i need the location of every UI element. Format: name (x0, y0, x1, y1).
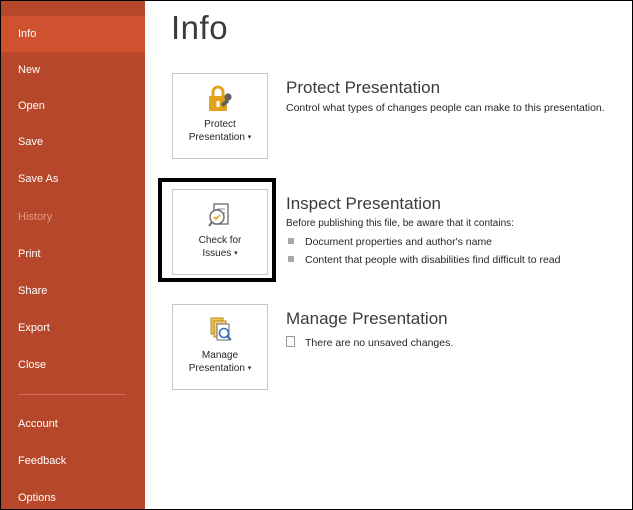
sidebar-item-share[interactable]: Share (1, 273, 145, 309)
sidebar-item-save[interactable]: Save (1, 124, 145, 160)
backstage-sidebar: Info New Open Save Save As History Print… (1, 1, 145, 509)
document-icon (286, 336, 295, 347)
sidebar-divider (18, 394, 126, 395)
page-title: Info (171, 9, 229, 46)
sidebar-item-close[interactable]: Close (1, 347, 145, 383)
inspect-bullet-item: Document properties and author's name (288, 236, 492, 248)
sidebar-item-new[interactable]: New (1, 52, 145, 88)
protect-presentation-description: Control what types of changes people can… (286, 102, 605, 114)
manage-presentation-title: Manage Presentation (286, 309, 448, 328)
bullet-square-icon (288, 256, 294, 262)
sidebar-item-info[interactable]: Info (1, 16, 145, 52)
sidebar-item-feedback[interactable]: Feedback (1, 443, 145, 479)
highlight-outline (158, 178, 276, 282)
sidebar-item-open[interactable]: Open (1, 88, 145, 124)
bullet-square-icon (288, 238, 294, 244)
protect-presentation-button[interactable]: Protect Presentation ▾ (172, 73, 268, 159)
protect-presentation-label: Protect Presentation ▾ (188, 119, 252, 143)
manage-presentation-button[interactable]: Manage Presentation ▾ (172, 304, 268, 390)
manage-versions-icon (173, 315, 267, 343)
sidebar-item-export[interactable]: Export (1, 310, 145, 346)
protect-presentation-title: Protect Presentation (286, 78, 441, 97)
inspect-presentation-description: Before publishing this file, be aware th… (286, 218, 514, 229)
backstage-window: Info New Open Save Save As History Print… (0, 0, 633, 510)
sidebar-item-history: History (18, 211, 53, 223)
manage-presentation-label: Manage Presentation ▾ (188, 350, 252, 374)
sidebar-item-options[interactable]: Options (1, 480, 145, 509)
inspect-presentation-title: Inspect Presentation (286, 194, 441, 213)
sidebar-item-print[interactable]: Print (1, 236, 145, 272)
dropdown-caret-icon: ▾ (247, 365, 252, 372)
inspect-bullet-item: Content that people with disabilities fi… (288, 254, 560, 266)
manage-presentation-status: There are no unsaved changes. (286, 336, 453, 349)
lock-key-icon (173, 84, 267, 112)
dropdown-caret-icon: ▾ (247, 134, 252, 141)
sidebar-item-save-as[interactable]: Save As (1, 161, 145, 197)
sidebar-item-account[interactable]: Account (1, 406, 145, 442)
